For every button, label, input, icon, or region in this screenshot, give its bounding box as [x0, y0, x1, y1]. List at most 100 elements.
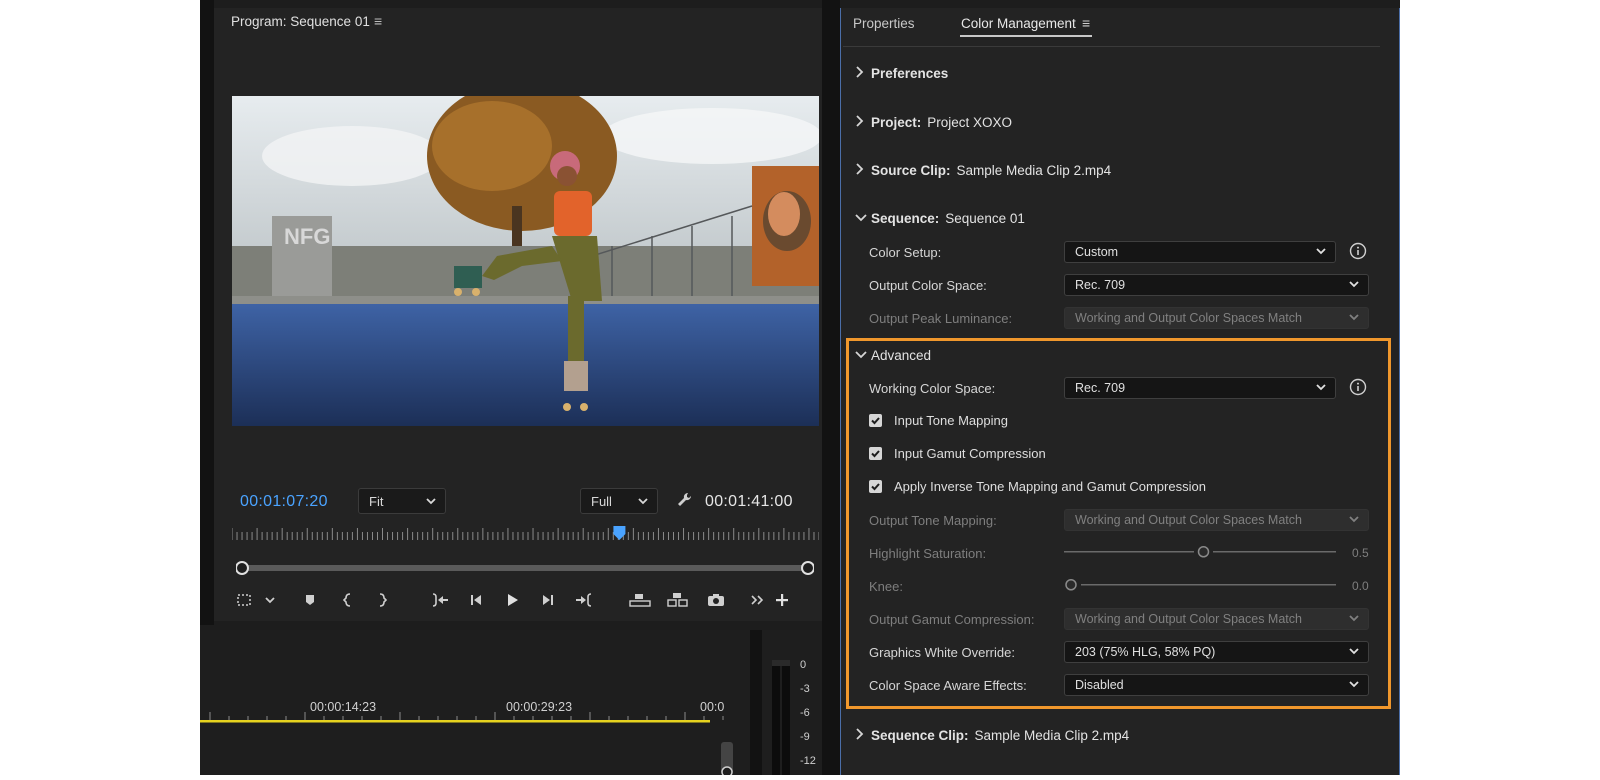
output-color-space-dropdown[interactable]: Rec. 709 — [1064, 274, 1369, 296]
chevron-down-icon — [425, 495, 437, 510]
working-color-space-dropdown[interactable]: Rec. 709 — [1064, 377, 1336, 399]
step-back-icon[interactable] — [464, 588, 488, 612]
time-ruler[interactable] — [231, 526, 820, 544]
panel-divider — [822, 0, 840, 775]
knee-value: 0.0 — [1352, 579, 1369, 593]
tab-divider — [843, 46, 1380, 47]
zoom-dropdown[interactable]: Fit — [358, 488, 446, 514]
section-sequence[interactable]: Sequence: Sequence 01 — [855, 211, 1025, 226]
color-setup-dropdown[interactable]: Custom — [1064, 241, 1336, 263]
audio-meter: 0 -3 -6 -9 -12 — [770, 660, 830, 775]
working-color-space-label: Working Color Space: — [869, 381, 996, 396]
output-peak-luminance-dropdown: Working and Output Color Spaces Match — [1064, 307, 1369, 329]
graphics-white-override-dropdown[interactable]: 203 (75% HLG, 58% PQ) — [1064, 641, 1369, 663]
dropdown-value: Disabled — [1075, 678, 1124, 692]
meter-label-0: 0 — [800, 659, 807, 671]
zoom-value: Fit — [369, 494, 384, 509]
chevron-down-icon — [637, 495, 649, 510]
chevron-right-icon — [855, 728, 867, 743]
panel-menu-icon[interactable]: ≡ — [1082, 15, 1090, 31]
video-frame-image: NFG — [232, 96, 819, 426]
knee-label: Knee: — [869, 579, 903, 594]
active-tab-indicator — [960, 35, 1092, 37]
current-timecode[interactable]: 00:01:07:20 — [240, 493, 328, 511]
chevron-down-icon — [1348, 513, 1360, 528]
color-space-aware-effects-dropdown[interactable]: Disabled — [1064, 674, 1369, 696]
more-controls-icon[interactable] — [746, 588, 770, 612]
resolution-dropdown[interactable]: Full — [580, 488, 658, 514]
step-forward-icon[interactable] — [536, 588, 560, 612]
dropdown-value: Custom — [1075, 245, 1119, 259]
chevron-down-icon — [1348, 612, 1360, 627]
input-gamut-compression-checkbox[interactable]: Input Gamut Compression — [869, 446, 1046, 461]
knee-slider — [1064, 578, 1336, 592]
zoom-scrollbar[interactable] — [235, 560, 815, 576]
dropdown-value: Rec. 709 — [1075, 278, 1126, 292]
section-sequence-clip[interactable]: Sequence Clip: Sample Media Clip 2.mp4 — [855, 728, 1129, 743]
highlight-saturation-slider — [1064, 545, 1336, 559]
timeline-scroll-handle[interactable] — [719, 740, 735, 778]
panel-edge — [200, 0, 214, 625]
output-gamut-compression-label: Output Gamut Compression: — [869, 612, 1035, 627]
chevron-down-icon — [855, 348, 867, 363]
chevron-down-icon — [1348, 645, 1360, 660]
mark-out-icon[interactable] — [370, 588, 394, 612]
checkbox-label: Input Gamut Compression — [894, 446, 1046, 461]
add-button-icon[interactable] — [770, 588, 794, 612]
color-setup-label: Color Setup: — [869, 245, 942, 260]
section-value: Sample Media Clip 2.mp4 — [974, 728, 1130, 743]
chevron-down-icon — [1315, 381, 1327, 396]
meter-label-9: -9 — [800, 731, 810, 743]
camera-icon[interactable] — [704, 588, 728, 612]
lift-icon[interactable] — [628, 588, 652, 612]
wrench-icon[interactable] — [675, 490, 695, 515]
input-tone-mapping-checkbox[interactable]: Input Tone Mapping — [869, 413, 1008, 428]
go-to-out-icon[interactable] — [572, 588, 596, 612]
info-icon[interactable] — [1349, 242, 1367, 260]
highlight-saturation-label: Highlight Saturation: — [869, 546, 987, 561]
video-preview: NFG — [232, 96, 819, 426]
section-value: Sequence 01 — [945, 211, 1025, 226]
checkbox-label: Input Tone Mapping — [894, 413, 1008, 428]
ruler-ticks — [231, 526, 820, 540]
chevron-right-icon — [855, 66, 867, 81]
panel-menu-icon[interactable]: ≡ — [374, 13, 382, 29]
mark-in-icon[interactable] — [336, 588, 360, 612]
timeline-ruler[interactable] — [200, 712, 725, 732]
play-icon[interactable] — [500, 588, 524, 612]
highlight-saturation-value: 0.5 — [1352, 546, 1369, 560]
program-monitor-title: Program: Sequence 01 — [231, 14, 370, 29]
resolution-value: Full — [591, 494, 612, 509]
color-space-aware-effects-label: Color Space Aware Effects: — [869, 678, 1027, 693]
extract-icon[interactable] — [666, 588, 690, 612]
checkbox-label: Apply Inverse Tone Mapping and Gamut Com… — [894, 479, 1206, 494]
tab-color-management[interactable]: Color Management — [961, 16, 1076, 31]
checkbox-checked-icon — [869, 480, 882, 493]
tab-properties[interactable]: Properties — [853, 16, 915, 31]
safe-margins-icon[interactable] — [232, 588, 256, 612]
section-source-clip[interactable]: Source Clip: Sample Media Clip 2.mp4 — [855, 163, 1111, 178]
go-to-in-icon[interactable] — [428, 588, 452, 612]
section-preferences[interactable]: Preferences — [855, 66, 954, 81]
section-label: Sequence Clip: — [871, 728, 969, 743]
info-icon[interactable] — [1349, 378, 1367, 396]
meter-label-12: -12 — [800, 755, 816, 767]
chevron-down-icon — [1348, 311, 1360, 326]
work-area-bar[interactable] — [200, 720, 710, 723]
chevron-down-icon — [1348, 678, 1360, 693]
meter-label-6: -6 — [800, 707, 810, 719]
dropdown-value: Working and Output Color Spaces Match — [1075, 513, 1302, 527]
dropdown-value: 203 (75% HLG, 58% PQ) — [1075, 645, 1216, 659]
apply-inverse-checkbox[interactable]: Apply Inverse Tone Mapping and Gamut Com… — [869, 479, 1206, 494]
section-project[interactable]: Project: Project XOXO — [855, 115, 1012, 130]
svg-text:NFG: NFG — [284, 224, 330, 249]
section-advanced[interactable]: Advanced — [855, 348, 931, 363]
output-tone-mapping-label: Output Tone Mapping: — [869, 513, 997, 528]
chevron-down-icon — [1315, 245, 1327, 260]
meter-label-3: -3 — [800, 683, 810, 695]
section-value: Sample Media Clip 2.mp4 — [956, 163, 1112, 178]
dropdown-value: Working and Output Color Spaces Match — [1075, 612, 1302, 626]
add-marker-icon[interactable] — [298, 588, 322, 612]
timeline-ruler-ticks — [200, 712, 724, 723]
chevron-down-icon[interactable] — [258, 588, 282, 612]
